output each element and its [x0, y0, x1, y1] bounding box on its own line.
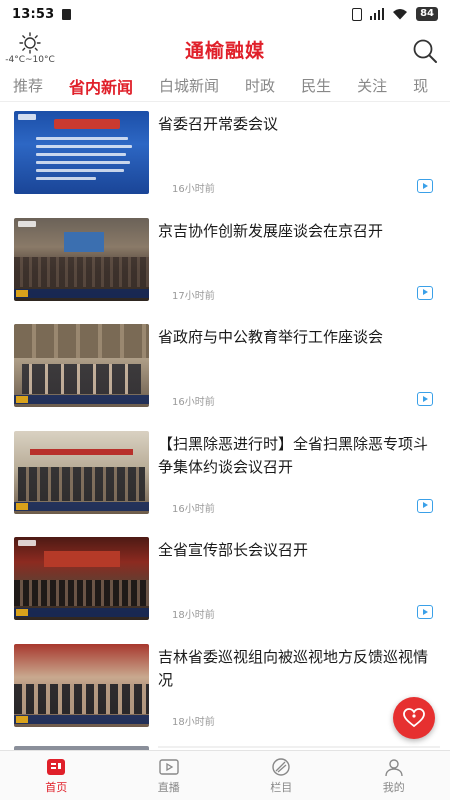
notification-doc-icon [62, 8, 72, 20]
video-play-icon [417, 605, 433, 619]
video-play-icon [417, 285, 433, 300]
signal-icon [369, 8, 385, 20]
news-time: 17小时前 [172, 290, 215, 302]
nav-label: 我的 [382, 780, 405, 794]
vibrate-icon [351, 7, 362, 21]
video-play-icon [417, 179, 433, 193]
category-tabs: 推荐 省内新闻 白城新闻 时政 民生 关注 现 [0, 70, 450, 102]
nav-live[interactable]: 直播 [113, 751, 226, 800]
nav-label: 栏目 [270, 780, 293, 794]
news-title: 省政府与中公教育举行工作座谈会 [158, 328, 384, 346]
news-time: 16小时前 [172, 184, 215, 195]
home-icon [47, 758, 66, 775]
news-thumbnail [14, 430, 149, 514]
app-title: 通榆融媒 [184, 40, 265, 62]
news-time: 16小时前 [172, 503, 215, 515]
news-thumbnail [14, 537, 149, 620]
nav-profile[interactable]: 我的 [338, 751, 450, 800]
column-icon [272, 757, 290, 776]
news-time: 18小时前 [172, 716, 215, 728]
news-item[interactable]: 全省宣传部长会议召开 18小时前 [0, 529, 450, 636]
status-time: 13:53 [12, 6, 55, 22]
tab-politics[interactable]: 时政 [232, 75, 288, 96]
nav-home[interactable]: 首页 [0, 751, 113, 800]
nav-columns[interactable]: 栏目 [225, 751, 338, 800]
status-icons: 84 [351, 7, 438, 21]
news-item[interactable]: 省委召开常委会议 16小时前 [0, 103, 450, 210]
battery-indicator: 84 [416, 7, 438, 21]
video-play-icon [417, 498, 433, 513]
tab-province-news[interactable]: 省内新闻 [56, 74, 146, 98]
news-thumbnail [14, 324, 149, 407]
bottom-navigation: 首页 直播 栏目 我的 [0, 750, 450, 800]
news-time: 16小时前 [172, 397, 215, 408]
tab-more[interactable]: 现 [400, 75, 441, 96]
live-icon [159, 758, 179, 775]
news-list: 省委召开常委会议 16小时前 京吉协作创新发展座谈会在京召开 17小时前 省政府… [0, 103, 450, 742]
heart-chat-icon [403, 708, 425, 728]
status-bar: 13:53 84 [0, 0, 450, 28]
news-item[interactable]: 【扫黑除恶进行时】全省扫黑除恶专项斗争集体约谈会议召开 16小时前 [0, 423, 450, 530]
news-thumbnail [14, 217, 149, 301]
news-title: 省委召开常委会议 [158, 115, 279, 133]
app-header: -4°C~10°C 通榆融媒 [0, 28, 450, 70]
video-play-icon [417, 392, 433, 406]
wifi-icon [393, 9, 408, 20]
nav-label: 首页 [45, 780, 68, 794]
search-icon[interactable] [412, 38, 438, 64]
tab-recommend[interactable]: 推荐 [0, 75, 56, 96]
profile-icon [385, 758, 403, 776]
news-title: 全省宣传部长会议召开 [158, 541, 309, 559]
next-item-divider [158, 746, 440, 748]
news-title: 吉林省委巡视组向被巡视地方反馈巡视情况 [158, 647, 429, 689]
news-thumbnail [14, 643, 149, 727]
news-item[interactable]: 吉林省委巡视组向被巡视地方反馈巡视情况 18小时前 [0, 636, 450, 743]
floating-chat-button[interactable] [393, 697, 435, 739]
nav-label: 直播 [157, 780, 180, 794]
tab-livelihood[interactable]: 民生 [288, 75, 344, 96]
tab-focus[interactable]: 关注 [344, 75, 400, 96]
news-time: 18小时前 [172, 610, 215, 621]
news-item[interactable]: 省政府与中公教育举行工作座谈会 16小时前 [0, 316, 450, 423]
news-thumbnail [14, 111, 149, 194]
news-title: 京吉协作创新发展座谈会在京召开 [158, 221, 384, 240]
tab-baicheng-news[interactable]: 白城新闻 [146, 75, 232, 96]
news-item[interactable]: 京吉协作创新发展座谈会在京召开 17小时前 [0, 210, 450, 317]
news-title: 【扫黑除恶进行时】全省扫黑除恶专项斗争集体约谈会议召开 [158, 434, 429, 476]
